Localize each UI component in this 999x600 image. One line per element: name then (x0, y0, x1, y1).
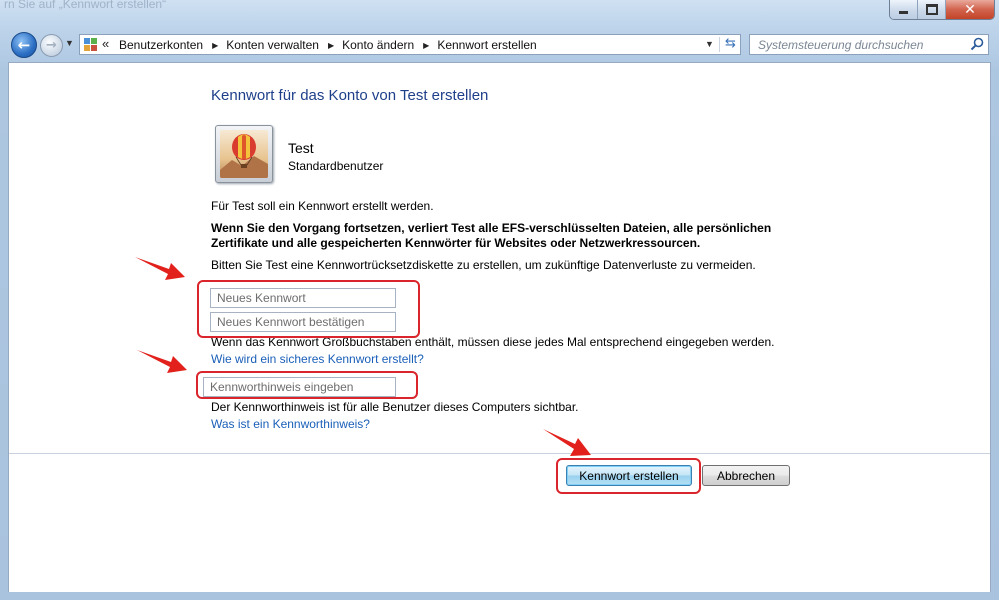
window-title-fragment: rn Sie auf „Kennwort erstellen“ (4, 0, 167, 11)
hint-visibility-note: Der Kennworthinweis ist für alle Benutze… (211, 400, 579, 414)
cancel-button[interactable]: Abbrechen (702, 465, 790, 486)
minimize-button[interactable] (890, 0, 918, 19)
info-text: Für Test soll ein Kennwort erstellt werd… (211, 199, 434, 213)
new-password-input[interactable] (210, 288, 396, 308)
address-dropdown-icon[interactable]: ▼ (705, 39, 714, 49)
password-hint-link[interactable]: Was ist ein Kennworthinweis? (211, 417, 370, 432)
maximize-icon (925, 4, 938, 15)
create-password-button[interactable]: Kennwort erstellen (566, 465, 692, 486)
search-icon[interactable] (970, 37, 984, 51)
user-avatar (215, 125, 273, 183)
user-name: Test (288, 140, 314, 156)
reset-disk-hint: Bitten Sie Test eine Kennwortrücksetzdis… (211, 258, 756, 272)
warning-text-line1: Wenn Sie den Vorgang fortsetzen, verlier… (211, 221, 772, 235)
account-type: Standardbenutzer (288, 159, 384, 173)
confirm-password-input[interactable] (210, 312, 396, 332)
hot-air-balloon-icon (220, 134, 268, 178)
red-arrow-icon (137, 350, 187, 373)
chevron-right-icon[interactable]: ▶ (423, 41, 429, 50)
close-icon: ✕ (964, 1, 976, 18)
title-bar[interactable]: rn Sie auf „Kennwort erstellen“ ✕ (0, 0, 999, 30)
secure-password-link[interactable]: Wie wird ein sicheres Kennwort erstellt? (211, 352, 424, 367)
password-hint-input[interactable] (203, 377, 396, 397)
red-arrow-icon (135, 257, 185, 280)
search-box (749, 34, 989, 55)
arrow-right-icon: → (46, 38, 57, 53)
back-button[interactable]: ← (11, 32, 37, 58)
chevron-right-icon[interactable]: ▶ (328, 41, 334, 50)
uppercase-note: Wenn das Kennwort Großbuchstaben enthält… (211, 335, 775, 349)
breadcrumb-item-konto-aendern[interactable]: Konto ändern ▶ (342, 38, 437, 52)
breadcrumb-item-kennwort-erstellen[interactable]: Kennwort erstellen (437, 38, 536, 52)
breadcrumb-item-konten-verwalten[interactable]: Konten verwalten ▶ (226, 38, 342, 52)
avatar-picture (220, 130, 268, 178)
red-arrow-icon (543, 429, 591, 456)
refresh-icon[interactable]: ⇆ (725, 36, 736, 51)
page-title: Kennwort für das Konto von Test erstelle… (211, 87, 489, 104)
address-divider (719, 37, 720, 52)
forward-button[interactable]: → (40, 34, 63, 57)
search-input[interactable] (750, 35, 968, 54)
address-bar[interactable]: « Benutzerkonten ▶ Konten verwalten ▶ Kont… (79, 34, 741, 55)
chevron-right-icon[interactable]: ▶ (212, 41, 218, 50)
maximize-button[interactable] (918, 0, 946, 19)
window-controls: ✕ (889, 0, 995, 20)
breadcrumb-item-benutzerkonten[interactable]: Benutzerkonten ▶ (119, 38, 226, 52)
breadcrumb: Benutzerkonten ▶ Konten verwalten ▶ Konto … (119, 38, 537, 52)
breadcrumb-overflow-chevron[interactable]: « (102, 36, 109, 51)
minimize-icon (899, 11, 908, 14)
warning-text-line2: Zertifikate und alle gespeicherten Kennw… (211, 236, 701, 250)
control-panel-icon (84, 38, 97, 51)
content-pane: Kennwort für das Konto von Test erstelle… (8, 62, 991, 592)
section-divider (9, 453, 990, 454)
control-panel-window: rn Sie auf „Kennwort erstellen“ ✕ ← → ▼ … (0, 0, 999, 600)
arrow-left-icon: ← (17, 35, 31, 54)
history-dropdown-icon[interactable]: ▼ (65, 38, 74, 48)
close-button[interactable]: ✕ (946, 0, 994, 19)
